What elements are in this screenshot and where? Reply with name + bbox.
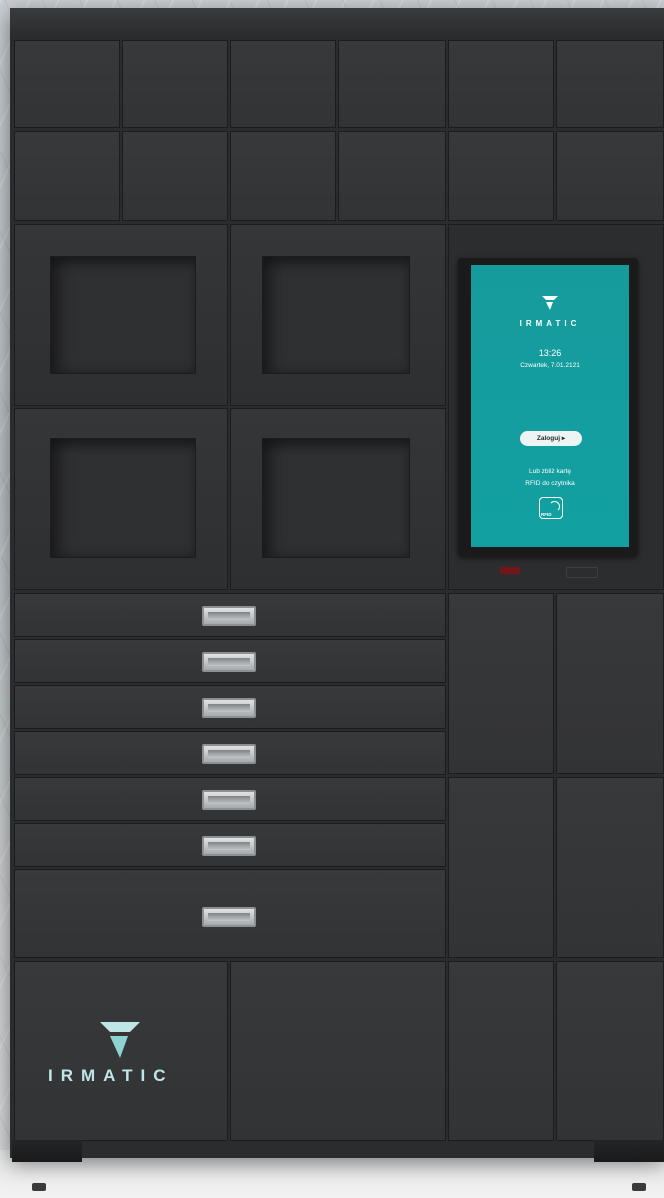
card-reader[interactable] [566,567,598,578]
locker-door[interactable] [556,40,664,128]
locker-window [50,438,196,558]
rfid-wave-icon [549,501,560,512]
rfid-hint: Lub zbliż kartę [529,468,571,475]
locker-door[interactable] [122,40,228,128]
drawer-handle[interactable] [202,606,256,626]
locker-door[interactable] [230,40,336,128]
irmatic-logo-icon [100,1022,140,1058]
locker-door[interactable] [556,961,664,1141]
locker-door[interactable] [230,961,446,1141]
locker-door[interactable] [122,131,228,221]
cabinet-top-rim [10,8,664,38]
irmatic-logo-icon [542,296,558,310]
foot-pad [632,1183,646,1191]
cabinet-foot [12,1140,82,1162]
drawer-handle[interactable] [202,907,256,927]
locker-door[interactable] [448,40,554,128]
login-button[interactable]: Zaloguj ▸ [520,431,582,446]
rfid-card-icon: RFID [539,497,563,519]
clock-time: 13:26 [538,348,562,358]
locker-door[interactable] [556,131,664,221]
touch-screen[interactable]: IRMATIC 13:26 Czwartek, 7.01.2121 Zalogu… [471,265,629,547]
drawer-handle[interactable] [202,836,256,856]
locker-door[interactable] [556,777,664,958]
drawer-handle[interactable] [202,652,256,672]
cabinet-foot [594,1140,664,1162]
clock-date: Czwartek, 7.01.2121 [520,362,580,369]
rfid-icon-label: RFID [541,512,552,517]
drawer-handle[interactable] [202,744,256,764]
locker-window [262,256,410,374]
cabinet-brand: IRMATIC [48,1066,174,1085]
rfid-hint: RFID do czytnika [525,480,575,487]
screen-brand: IRMATIC [519,319,581,328]
locker-door[interactable] [230,131,336,221]
status-led [500,567,520,574]
locker-door[interactable] [338,40,446,128]
locker-door[interactable] [448,777,554,958]
locker-door[interactable] [14,131,120,221]
locker-door[interactable] [448,593,554,774]
locker-door[interactable] [556,593,664,774]
locker-door[interactable] [338,131,446,221]
locker-door[interactable] [448,131,554,221]
drawer-handle[interactable] [202,790,256,810]
locker-window [262,438,410,558]
locker-window [50,256,196,374]
locker-door[interactable] [448,961,554,1141]
foot-pad [32,1183,46,1191]
drawer-handle[interactable] [202,698,256,718]
locker-door[interactable] [14,40,120,128]
